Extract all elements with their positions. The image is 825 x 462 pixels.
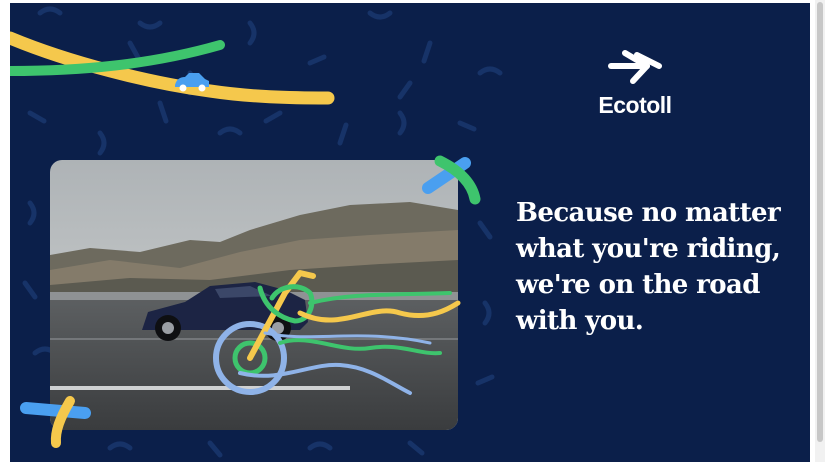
brand-logo[interactable]: Ecotoll (585, 49, 685, 119)
headline-line: what you're riding, (516, 234, 781, 264)
car-photo (50, 160, 458, 430)
headline-line: Because no matter (516, 198, 781, 228)
brand-name: Ecotoll (598, 92, 672, 118)
scrollbar-thumb[interactable] (817, 2, 823, 442)
headline-line: with you. (516, 306, 644, 336)
headline-line: we're on the road (516, 270, 760, 300)
headline: Because no matter what you're riding, we… (516, 195, 806, 339)
double-arrow-logo-icon (608, 50, 662, 84)
ad-banner[interactable]: Ecotoll Because no matter what you're ri… (10, 3, 810, 462)
